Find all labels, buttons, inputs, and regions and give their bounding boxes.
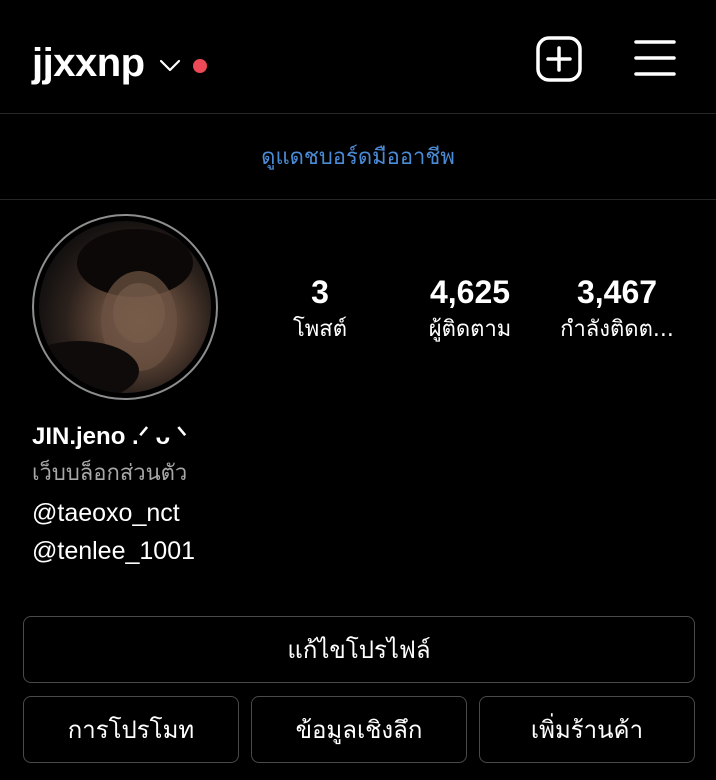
following-count: 3,467: [576, 274, 658, 310]
account-switcher[interactable]: jjxxnp: [32, 38, 207, 88]
avatar[interactable]: [32, 214, 218, 400]
mention-link[interactable]: @taeoxo_nct: [32, 494, 632, 532]
username: jjxxnp: [32, 40, 145, 85]
followers-label: ผู้ติดตาม: [428, 317, 512, 342]
posts-label: โพสต์: [292, 317, 348, 342]
followers-count: 4,625: [429, 274, 511, 310]
promotions-button[interactable]: การโปรโมท: [23, 696, 239, 763]
following-stat[interactable]: 3,467 กำลังติดต...: [546, 272, 688, 348]
insights-button[interactable]: ข้อมูลเชิงลึก: [251, 696, 467, 763]
profile-photo: [39, 221, 211, 393]
followers-stat[interactable]: 4,625 ผู้ติดตาม: [412, 272, 528, 348]
mention-link[interactable]: @tenlee_1001: [32, 532, 632, 570]
bio-section: JIN.jeno .ᐟ ᴗ ᐠ เว็บบล็อกส่วนตัว @taeoxo…: [32, 420, 632, 570]
top-bar: jjxxnp: [0, 0, 716, 113]
add-shop-button[interactable]: เพิ่มร้านค้า: [479, 696, 695, 763]
posts-stat[interactable]: 3 โพสต์: [280, 272, 360, 348]
following-label: กำลังติดต...: [560, 317, 674, 342]
hamburger-menu-icon[interactable]: [634, 38, 676, 78]
chevron-down-icon: [159, 59, 180, 72]
display-name: JIN.jeno .ᐟ ᴗ ᐠ: [32, 423, 188, 450]
posts-count: 3: [311, 274, 329, 310]
edit-profile-button[interactable]: แก้ไขโปรไฟล์: [23, 616, 695, 683]
professional-dashboard-link[interactable]: ดูแดชบอร์ดมืออาชีพ: [0, 114, 716, 199]
category-label: เว็บบล็อกส่วนตัว: [32, 461, 188, 486]
notification-dot: [192, 59, 207, 73]
plus-square-icon[interactable]: [536, 36, 582, 82]
dashboard-divider: [0, 199, 716, 200]
